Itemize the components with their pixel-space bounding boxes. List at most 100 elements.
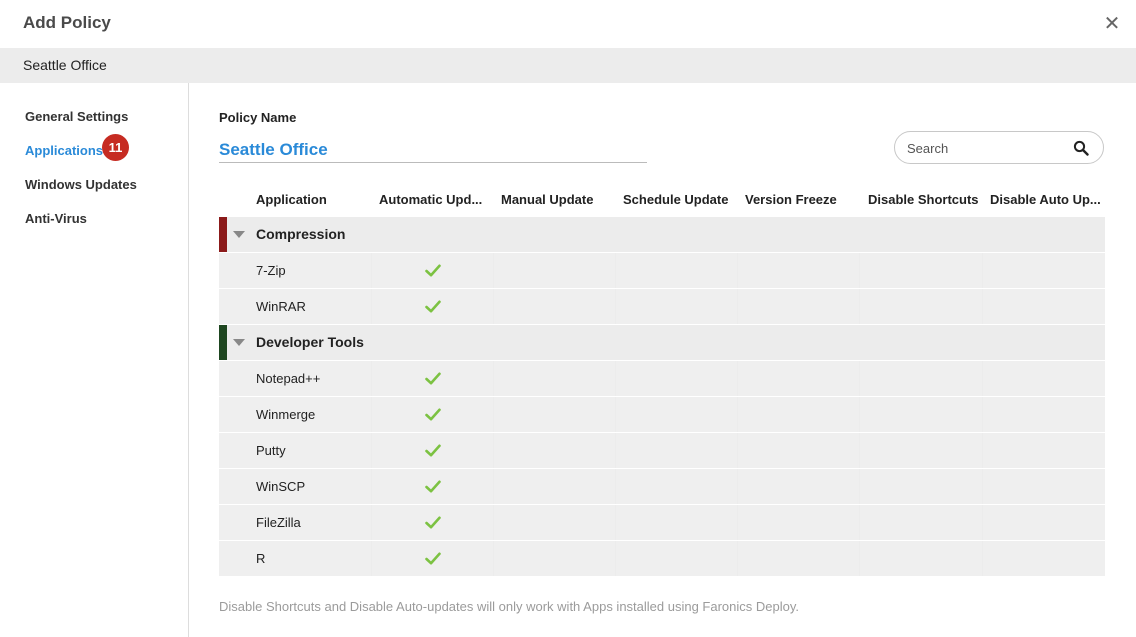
- cell-version-freeze[interactable]: [738, 505, 859, 540]
- cell-version-freeze[interactable]: [738, 289, 859, 324]
- group-row: Developer Tools: [219, 325, 1105, 360]
- cell-disable-shortcuts[interactable]: [860, 469, 982, 504]
- footnote: Disable Shortcuts and Disable Auto-updat…: [219, 599, 799, 614]
- sidebar: General Settings Applications 11 Windows…: [0, 83, 189, 637]
- column-header-schedule-update[interactable]: Schedule Update: [623, 192, 735, 207]
- cell-disable-auto-updates[interactable]: [983, 541, 1105, 576]
- sidebar-item-label: Windows Updates: [25, 177, 137, 192]
- sidebar-item-label: Anti-Virus: [25, 211, 87, 226]
- sidebar-item-general-settings[interactable]: General Settings: [25, 109, 128, 124]
- cell-version-freeze[interactable]: [738, 469, 859, 504]
- cell-schedule-update[interactable]: [616, 361, 737, 396]
- cell-disable-shortcuts[interactable]: [860, 397, 982, 432]
- column-header-automatic-update[interactable]: Automatic Upd...: [379, 192, 491, 207]
- cell-schedule-update[interactable]: [616, 253, 737, 288]
- cell-disable-auto-updates[interactable]: [983, 505, 1105, 540]
- cell-disable-shortcuts[interactable]: [860, 433, 982, 468]
- cell-disable-auto-updates[interactable]: [983, 289, 1105, 324]
- cell-disable-shortcuts[interactable]: [860, 541, 982, 576]
- group-name: Compression: [256, 226, 346, 242]
- cell-version-freeze[interactable]: [738, 433, 859, 468]
- checkmark-icon[interactable]: [425, 444, 441, 457]
- table-row[interactable]: WinRAR: [219, 289, 1105, 324]
- cell-manual-update[interactable]: [494, 361, 615, 396]
- table-row[interactable]: Notepad++: [219, 361, 1105, 396]
- cell-schedule-update[interactable]: [616, 505, 737, 540]
- cell-disable-shortcuts[interactable]: [860, 505, 982, 540]
- dialog-title: Add Policy: [23, 13, 111, 32]
- cell-manual-update[interactable]: [494, 289, 615, 324]
- app-name: Winmerge: [256, 407, 316, 422]
- column-header-disable-auto-updates[interactable]: Disable Auto Up...: [990, 192, 1105, 207]
- collapse-caret-icon[interactable]: [233, 339, 245, 346]
- collapse-caret-icon[interactable]: [233, 231, 245, 238]
- column-header-manual-update[interactable]: Manual Update: [501, 192, 613, 207]
- app-name: Putty: [256, 443, 286, 458]
- dialog-header: Add Policy ✕: [0, 0, 1136, 48]
- app-name: 7-Zip: [256, 263, 286, 278]
- sidebar-item-windows-updates[interactable]: Windows Updates: [25, 177, 137, 192]
- search-box: [894, 131, 1104, 164]
- table-row[interactable]: Winmerge: [219, 397, 1105, 432]
- checkmark-icon[interactable]: [425, 408, 441, 421]
- cell-application: [219, 253, 371, 288]
- close-icon[interactable]: ✕: [1102, 12, 1122, 36]
- group-color-bar: [219, 325, 227, 360]
- app-name: WinSCP: [256, 479, 306, 494]
- checkmark-icon[interactable]: [425, 552, 441, 565]
- sidebar-item-label: General Settings: [25, 109, 129, 124]
- table-row[interactable]: FileZilla: [219, 505, 1105, 540]
- cell-disable-auto-updates[interactable]: [983, 253, 1105, 288]
- cell-schedule-update[interactable]: [616, 469, 737, 504]
- cell-version-freeze[interactable]: [738, 541, 859, 576]
- checkmark-icon[interactable]: [425, 480, 441, 493]
- cell-manual-update[interactable]: [494, 253, 615, 288]
- cell-schedule-update[interactable]: [616, 289, 737, 324]
- cell-disable-shortcuts[interactable]: [860, 253, 982, 288]
- group-color-bar: [219, 217, 227, 252]
- app-name: R: [256, 551, 266, 566]
- cell-version-freeze[interactable]: [738, 361, 859, 396]
- group-name: Developer Tools: [256, 334, 364, 350]
- sidebar-item-applications[interactable]: Applications 11: [25, 134, 129, 161]
- table-row[interactable]: WinSCP: [219, 469, 1105, 504]
- cell-application: [219, 433, 371, 468]
- cell-schedule-update[interactable]: [616, 397, 737, 432]
- cell-manual-update[interactable]: [494, 469, 615, 504]
- cell-disable-shortcuts[interactable]: [860, 361, 982, 396]
- count-badge: 11: [102, 134, 129, 161]
- checkmark-icon[interactable]: [425, 264, 441, 277]
- subheader-text: Seattle Office: [23, 57, 107, 73]
- cell-manual-update[interactable]: [494, 397, 615, 432]
- sidebar-item-anti-virus[interactable]: Anti-Virus: [25, 211, 87, 226]
- column-header-version-freeze[interactable]: Version Freeze: [745, 192, 857, 207]
- policy-subheader: Seattle Office: [0, 48, 1136, 83]
- cell-disable-auto-updates[interactable]: [983, 361, 1105, 396]
- column-header-disable-shortcuts[interactable]: Disable Shortcuts: [868, 192, 980, 207]
- sidebar-item-label: Applications: [25, 143, 104, 158]
- cell-schedule-update[interactable]: [616, 541, 737, 576]
- checkmark-icon[interactable]: [425, 516, 441, 529]
- checkmark-icon[interactable]: [425, 372, 441, 385]
- table-row[interactable]: R: [219, 541, 1105, 576]
- applications-table: Application Automatic Upd... Manual Upda…: [219, 181, 1105, 580]
- table-row[interactable]: Putty: [219, 433, 1105, 468]
- cell-disable-auto-updates[interactable]: [983, 433, 1105, 468]
- cell-manual-update[interactable]: [494, 505, 615, 540]
- cell-disable-auto-updates[interactable]: [983, 469, 1105, 504]
- cell-manual-update[interactable]: [494, 541, 615, 576]
- column-header-application[interactable]: Application: [256, 192, 366, 207]
- cell-version-freeze[interactable]: [738, 397, 859, 432]
- cell-version-freeze[interactable]: [738, 253, 859, 288]
- cell-disable-shortcuts[interactable]: [860, 289, 982, 324]
- cell-manual-update[interactable]: [494, 433, 615, 468]
- search-input[interactable]: [907, 139, 1067, 157]
- checkmark-icon[interactable]: [425, 300, 441, 313]
- app-name: FileZilla: [256, 515, 301, 530]
- cell-schedule-update[interactable]: [616, 433, 737, 468]
- cell-application: [219, 541, 371, 576]
- search-icon[interactable]: [1073, 140, 1089, 156]
- policy-name-input[interactable]: [219, 137, 647, 163]
- cell-disable-auto-updates[interactable]: [983, 397, 1105, 432]
- table-row[interactable]: 7-Zip: [219, 253, 1105, 288]
